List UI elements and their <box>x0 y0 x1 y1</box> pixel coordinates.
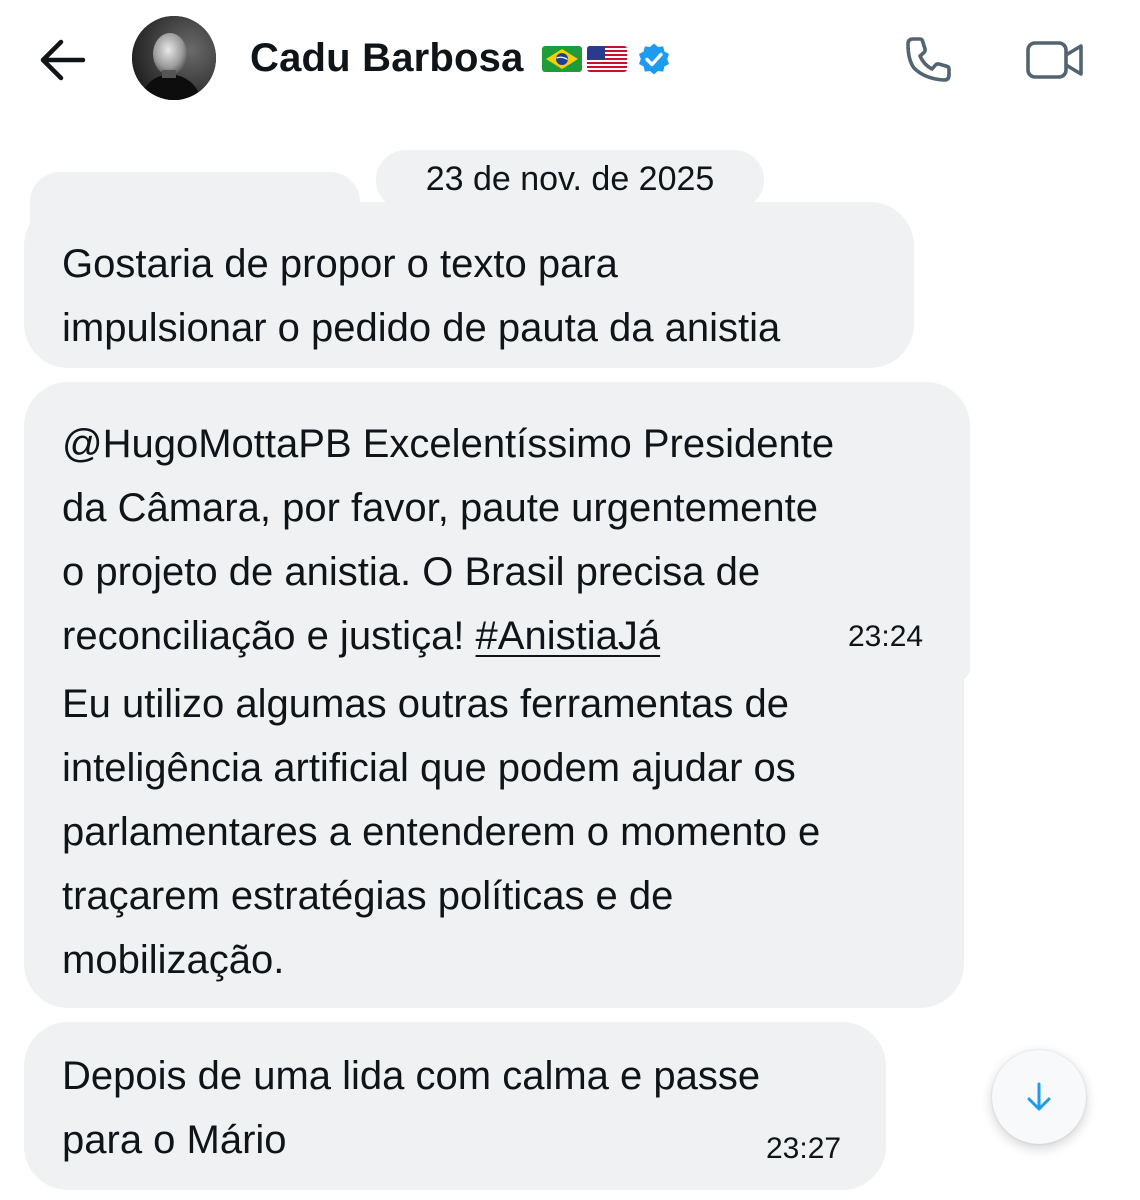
message-bubble[interactable]: Gostaria de propor o texto para impulsio… <box>24 202 914 368</box>
date-separator-label: 23 de nov. de 2025 <box>425 160 715 198</box>
message-text-line: inteligência artificial que podem ajudar… <box>62 746 796 790</box>
video-call-button[interactable] <box>1022 30 1088 90</box>
message-text-line: reconciliação e justiça! <box>62 614 476 658</box>
verified-icon <box>636 42 672 78</box>
message-text-line: Eu utilizo algumas outras ferramentas de <box>62 682 790 726</box>
message-text-line: Gostaria de propor o texto para <box>62 242 618 286</box>
conversation-header: Cadu Barbosa <box>0 0 1140 120</box>
contact-name[interactable]: Cadu Barbosa <box>250 36 524 81</box>
message-text-line: o projeto de anistia. O Brasil precisa d… <box>62 550 761 594</box>
message-bubble[interactable]: @HugoMottaPB Excelentíssimo Presidente d… <box>24 382 970 682</box>
message-text-line: Depois de uma lida com calma e passe <box>62 1054 761 1098</box>
video-camera-icon <box>1026 41 1083 79</box>
scroll-to-bottom-button[interactable] <box>992 1050 1086 1144</box>
back-button[interactable] <box>34 34 90 86</box>
arrow-left-icon <box>40 39 86 81</box>
message-text-line: da Câmara, por favor, paute urgentemente <box>62 486 819 530</box>
arrow-down-icon <box>1027 1082 1051 1111</box>
mention-link[interactable]: @HugoMottaPB <box>62 422 352 466</box>
usa-flag-icon <box>587 46 627 72</box>
message-bubble[interactable]: Depois de uma lida com calma e passe par… <box>24 1022 886 1190</box>
brazil-flag-icon <box>542 46 582 72</box>
hashtag-link[interactable]: #AnistiaJá <box>476 614 661 658</box>
message-text-line: traçarem estratégias políticas e de <box>62 874 674 918</box>
message-bubble[interactable]: Eu utilizo algumas outras ferramentas de… <box>24 660 964 1008</box>
avatar[interactable] <box>132 16 216 100</box>
message-timestamp: 23:27 <box>766 1132 842 1165</box>
message-text-line: mobilização. <box>62 938 285 982</box>
message-text-line: para o Mário <box>62 1118 287 1162</box>
phone-icon <box>906 37 951 82</box>
message-timestamp: 23:24 <box>848 620 924 653</box>
message-text-line: parlamentares a entenderem o momento e <box>62 810 821 854</box>
profile-photo <box>132 16 216 100</box>
message-text-line: Excelentíssimo Presidente <box>351 422 835 466</box>
message-text-line: impulsionar o pedido de pauta da anistia <box>62 306 781 350</box>
call-button[interactable] <box>898 30 958 90</box>
